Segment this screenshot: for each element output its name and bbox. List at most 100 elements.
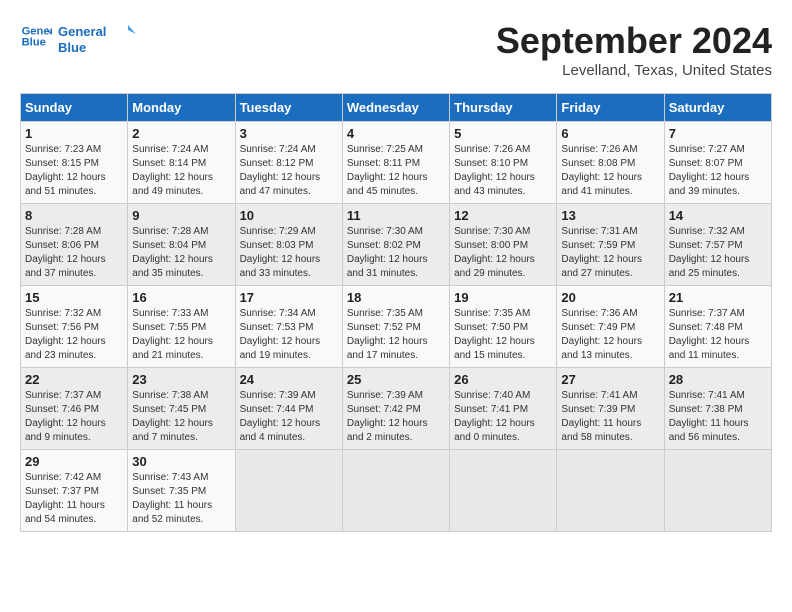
day-number: 14 [669,208,767,223]
calendar-week-4: 22 Sunrise: 7:37 AM Sunset: 7:46 PM Dayl… [21,368,772,450]
cell-info: Sunrise: 7:37 AM Sunset: 7:46 PM Dayligh… [25,389,123,445]
cell-info: Sunrise: 7:35 AM Sunset: 7:52 PM Dayligh… [347,307,445,363]
day-number: 27 [561,372,659,387]
cell-info: Sunrise: 7:28 AM Sunset: 8:06 PM Dayligh… [25,225,123,281]
sunset-text: Sunset: 8:07 PM [669,158,743,169]
sunrise-text: Sunrise: 7:28 AM [25,226,101,237]
sunrise-text: Sunrise: 7:34 AM [240,308,316,319]
sunrise-text: Sunrise: 7:37 AM [25,390,101,401]
daylight-text: Daylight: 11 hours and 56 minutes. [669,418,749,443]
cell-info: Sunrise: 7:24 AM Sunset: 8:12 PM Dayligh… [240,143,338,199]
calendar-cell: 29 Sunrise: 7:42 AM Sunset: 7:37 PM Dayl… [21,450,128,532]
day-number: 2 [132,126,230,141]
daylight-text: Daylight: 12 hours and 41 minutes. [561,172,642,197]
day-number: 19 [454,290,552,305]
daylight-text: Daylight: 12 hours and 7 minutes. [132,418,213,443]
cell-info: Sunrise: 7:23 AM Sunset: 8:15 PM Dayligh… [25,143,123,199]
day-number: 23 [132,372,230,387]
day-number: 9 [132,208,230,223]
daylight-text: Daylight: 12 hours and 2 minutes. [347,418,428,443]
daylight-text: Daylight: 11 hours and 58 minutes. [561,418,641,443]
calendar-cell: 25 Sunrise: 7:39 AM Sunset: 7:42 PM Dayl… [342,368,449,450]
sunset-text: Sunset: 8:02 PM [347,240,421,251]
calendar-cell: 24 Sunrise: 7:39 AM Sunset: 7:44 PM Dayl… [235,368,342,450]
calendar-cell: 23 Sunrise: 7:38 AM Sunset: 7:45 PM Dayl… [128,368,235,450]
calendar-cell: 9 Sunrise: 7:28 AM Sunset: 8:04 PM Dayli… [128,204,235,286]
sunrise-text: Sunrise: 7:33 AM [132,308,208,319]
day-number: 5 [454,126,552,141]
sunset-text: Sunset: 7:50 PM [454,322,528,333]
day-number: 11 [347,208,445,223]
cell-info: Sunrise: 7:34 AM Sunset: 7:53 PM Dayligh… [240,307,338,363]
daylight-text: Daylight: 12 hours and 43 minutes. [454,172,535,197]
col-friday: Friday [557,94,664,122]
daylight-text: Daylight: 12 hours and 0 minutes. [454,418,535,443]
calendar-cell: 11 Sunrise: 7:30 AM Sunset: 8:02 PM Dayl… [342,204,449,286]
calendar-cell: 10 Sunrise: 7:29 AM Sunset: 8:03 PM Dayl… [235,204,342,286]
daylight-text: Daylight: 12 hours and 33 minutes. [240,254,321,279]
daylight-text: Daylight: 12 hours and 9 minutes. [25,418,106,443]
cell-info: Sunrise: 7:28 AM Sunset: 8:04 PM Dayligh… [132,225,230,281]
sunrise-text: Sunrise: 7:39 AM [240,390,316,401]
cell-info: Sunrise: 7:39 AM Sunset: 7:42 PM Dayligh… [347,389,445,445]
sunset-text: Sunset: 7:57 PM [669,240,743,251]
svg-text:Blue: Blue [22,37,46,49]
daylight-text: Daylight: 12 hours and 17 minutes. [347,336,428,361]
sunset-text: Sunset: 8:04 PM [132,240,206,251]
cell-info: Sunrise: 7:26 AM Sunset: 8:08 PM Dayligh… [561,143,659,199]
daylight-text: Daylight: 12 hours and 13 minutes. [561,336,642,361]
daylight-text: Daylight: 12 hours and 31 minutes. [347,254,428,279]
svg-text:Blue: Blue [58,40,86,55]
daylight-text: Daylight: 12 hours and 29 minutes. [454,254,535,279]
sunrise-text: Sunrise: 7:35 AM [454,308,530,319]
calendar-cell: 12 Sunrise: 7:30 AM Sunset: 8:00 PM Dayl… [450,204,557,286]
day-number: 4 [347,126,445,141]
cell-info: Sunrise: 7:27 AM Sunset: 8:07 PM Dayligh… [669,143,767,199]
cell-info: Sunrise: 7:39 AM Sunset: 7:44 PM Dayligh… [240,389,338,445]
day-number: 12 [454,208,552,223]
sunset-text: Sunset: 7:44 PM [240,404,314,415]
sunset-text: Sunset: 8:10 PM [454,158,528,169]
day-number: 25 [347,372,445,387]
sunrise-text: Sunrise: 7:28 AM [132,226,208,237]
svg-text:General: General [58,24,106,39]
daylight-text: Daylight: 12 hours and 27 minutes. [561,254,642,279]
sunrise-text: Sunrise: 7:23 AM [25,144,101,155]
sunrise-text: Sunrise: 7:38 AM [132,390,208,401]
sunrise-text: Sunrise: 7:32 AM [25,308,101,319]
col-monday: Monday [128,94,235,122]
day-number: 24 [240,372,338,387]
sunrise-text: Sunrise: 7:42 AM [25,472,101,483]
logo-icon: General Blue [20,20,52,52]
sunset-text: Sunset: 8:12 PM [240,158,314,169]
calendar-cell: 27 Sunrise: 7:41 AM Sunset: 7:39 PM Dayl… [557,368,664,450]
sunrise-text: Sunrise: 7:40 AM [454,390,530,401]
calendar-cell: 18 Sunrise: 7:35 AM Sunset: 7:52 PM Dayl… [342,286,449,368]
sunrise-text: Sunrise: 7:39 AM [347,390,423,401]
cell-info: Sunrise: 7:40 AM Sunset: 7:41 PM Dayligh… [454,389,552,445]
sunset-text: Sunset: 8:14 PM [132,158,206,169]
day-number: 26 [454,372,552,387]
calendar-cell [450,450,557,532]
cell-info: Sunrise: 7:31 AM Sunset: 7:59 PM Dayligh… [561,225,659,281]
day-number: 21 [669,290,767,305]
sunset-text: Sunset: 8:08 PM [561,158,635,169]
cell-info: Sunrise: 7:29 AM Sunset: 8:03 PM Dayligh… [240,225,338,281]
daylight-text: Daylight: 12 hours and 45 minutes. [347,172,428,197]
daylight-text: Daylight: 12 hours and 19 minutes. [240,336,321,361]
day-number: 1 [25,126,123,141]
col-tuesday: Tuesday [235,94,342,122]
cell-info: Sunrise: 7:30 AM Sunset: 8:00 PM Dayligh… [454,225,552,281]
sunset-text: Sunset: 7:37 PM [25,486,99,497]
cell-info: Sunrise: 7:32 AM Sunset: 7:57 PM Dayligh… [669,225,767,281]
svg-text:General: General [22,25,52,37]
cell-info: Sunrise: 7:30 AM Sunset: 8:02 PM Dayligh… [347,225,445,281]
sunrise-text: Sunrise: 7:25 AM [347,144,423,155]
sunrise-text: Sunrise: 7:36 AM [561,308,637,319]
sunset-text: Sunset: 7:52 PM [347,322,421,333]
calendar-week-5: 29 Sunrise: 7:42 AM Sunset: 7:37 PM Dayl… [21,450,772,532]
cell-info: Sunrise: 7:41 AM Sunset: 7:39 PM Dayligh… [561,389,659,445]
calendar-cell: 1 Sunrise: 7:23 AM Sunset: 8:15 PM Dayli… [21,122,128,204]
daylight-text: Daylight: 12 hours and 11 minutes. [669,336,750,361]
sunrise-text: Sunrise: 7:43 AM [132,472,208,483]
